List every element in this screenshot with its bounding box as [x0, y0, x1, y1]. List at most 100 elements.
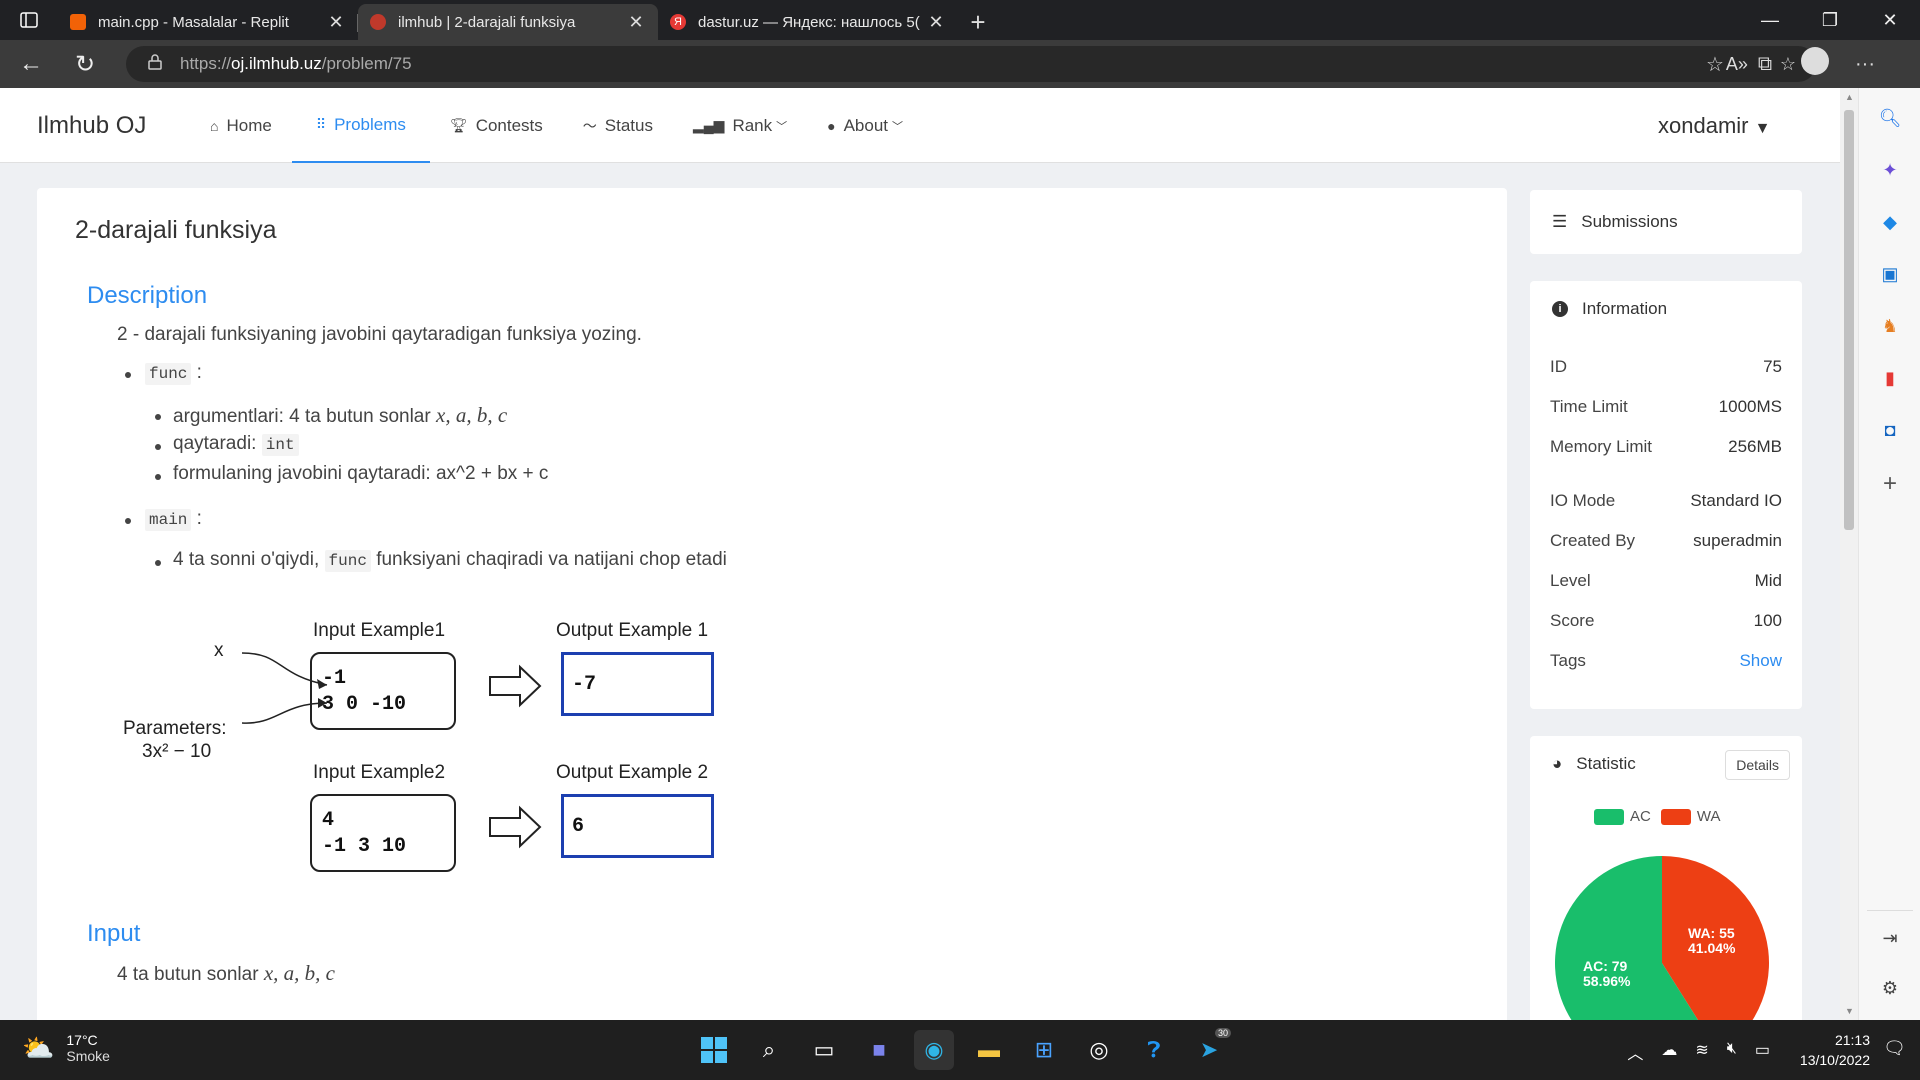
input1-box: -1 3 0 -10 — [310, 652, 456, 730]
close-window-button[interactable]: ✕ — [1860, 0, 1920, 40]
close-tab-icon[interactable]: ✕ — [626, 12, 646, 33]
nav-contests[interactable]: 🏆︎ Contests — [430, 88, 563, 163]
games-icon[interactable]: ♞ — [1878, 314, 1902, 338]
url-field[interactable]: https://oj.ilmhub.uz/problem/75 A» ☆ — [126, 46, 1816, 82]
refresh-button[interactable]: ↻ — [62, 44, 108, 84]
legend-ac-label: AC — [1630, 808, 1651, 825]
statistic-card: ◕ Statistic Details AC WA AC: 79 58.96% WA… — [1530, 736, 1802, 1020]
weather-widget[interactable]: ⛅ 17°C Smoke — [22, 1032, 110, 1064]
more-icon[interactable]: ··· — [1840, 53, 1890, 76]
telegram-icon[interactable]: ➤ 30 — [1189, 1028, 1231, 1070]
hide-sidebar-icon[interactable]: ⇥ — [1878, 926, 1902, 950]
github-icon[interactable]: ◎ — [1079, 1030, 1119, 1070]
new-tab-button[interactable]: + — [958, 4, 998, 40]
nav-label: Contests — [475, 115, 543, 135]
wifi-icon[interactable]: ≋ — [1695, 1040, 1708, 1064]
teams-icon[interactable]: ■ — [859, 1030, 899, 1070]
settings-icon[interactable]: ⚙ — [1878, 976, 1902, 1000]
ilmhub-icon — [370, 14, 386, 30]
discover-icon[interactable]: ✦ — [1878, 158, 1902, 182]
office-icon[interactable]: ▮ — [1878, 366, 1902, 390]
search-icon[interactable]: 🔍︎ — [1878, 106, 1902, 130]
information-heading: Information — [1582, 299, 1668, 318]
tab-yandex[interactable]: Я dastur.uz — Яндекс: нашлось 5( ✕ — [658, 4, 958, 40]
chevron-up-icon[interactable]: ︿ — [1627, 1040, 1643, 1064]
input-text: 4 ta butun sonlar x, a, b, c — [117, 961, 335, 985]
info-row-tags: Tags Show — [1550, 651, 1782, 671]
input2-box: 4 -1 3 10 — [310, 794, 456, 872]
outlook-icon[interactable]: ◘ — [1878, 418, 1902, 442]
nav-about[interactable]: ● About ﹀ — [807, 88, 923, 163]
close-tab-icon[interactable]: ✕ — [326, 12, 346, 33]
add-icon[interactable]: + — [1878, 470, 1902, 497]
task-view-icon[interactable]: ▭ — [804, 1030, 844, 1070]
problem-intro: 2 - darajali funksiyaning javobini qayta… — [117, 324, 642, 345]
info-row-id: ID 75 — [1550, 357, 1782, 376]
tab-ilmhub[interactable]: ilmhub | 2-darajali funksiya ✕ — [358, 4, 658, 40]
tab-replit[interactable]: main.cpp - Masalalar - Replit ✕ — [58, 4, 358, 40]
nav-problems[interactable]: ⠿ Problems — [291, 88, 430, 163]
file-explorer-icon[interactable]: ▬ — [969, 1030, 1009, 1070]
statistic-heading: Statistic — [1576, 754, 1636, 773]
trophy-icon: 🏆︎ — [449, 117, 468, 133]
site-logo[interactable]: Ilmhub OJ — [37, 112, 146, 140]
minimize-button[interactable]: — — [1740, 0, 1800, 40]
yandex-icon: Я — [670, 14, 686, 30]
restore-button[interactable]: ❐ — [1800, 0, 1860, 40]
details-button[interactable]: Details — [1725, 750, 1790, 780]
bar-chart-icon: ▂▄▆ — [692, 117, 725, 133]
x-label: x — [214, 640, 224, 661]
site-header: Ilmhub OJ ⌂ Home ⠿ Problems 🏆︎ Contests 〜 St… — [0, 88, 1840, 163]
nav-status[interactable]: 〜 Status — [563, 88, 673, 163]
collections-icon[interactable]: ⧉ — [1740, 53, 1790, 76]
chart-legend[interactable]: AC WA — [1594, 808, 1720, 825]
windows-taskbar: ⛅ 17°C Smoke ⌕ ▭ ■ ◉ ▬ ⊞ ◎ ❓︎ ➤ 30 ︿ ☁ ≋ 🔇… — [0, 1020, 1920, 1080]
nav-home[interactable]: ⌂ Home — [190, 88, 292, 163]
store-icon[interactable]: ⊞ — [1024, 1030, 1064, 1070]
info-row-time-limit: Time Limit 1000MS — [1550, 397, 1782, 416]
func-args: argumentlari: 4 ta butun sonlar x, a, b,… — [173, 403, 508, 427]
legend-wa-label: WA — [1696, 808, 1721, 825]
nav-label: About — [843, 115, 889, 135]
submissions-card[interactable]: ☰ Submissions — [1530, 190, 1802, 254]
user-menu[interactable]: xondamir ▼ — [1658, 113, 1770, 139]
windows-start-icon[interactable] — [694, 1030, 734, 1070]
legend-ac-swatch — [1594, 808, 1624, 825]
main-code: main — [145, 509, 192, 531]
info-row-io-mode: IO Mode Standard IO — [1550, 491, 1782, 510]
page-scrollbar[interactable]: ▲ ▼ — [1840, 88, 1858, 1020]
favorites-icon[interactable]: ☆ — [1690, 52, 1740, 77]
scrollbar-thumb[interactable] — [1844, 110, 1854, 530]
info-row-level: Level Mid — [1550, 571, 1782, 590]
problem-title: 2-darajali funksiya — [75, 216, 277, 244]
arrow-right-icon — [489, 805, 542, 849]
replit-icon — [70, 14, 86, 30]
tags-show-link[interactable]: Show — [1739, 651, 1782, 671]
tab-actions-icon[interactable] — [0, 0, 58, 40]
lock-icon — [148, 53, 168, 75]
info-row-created-by: Created By superadmin — [1550, 531, 1782, 550]
back-button[interactable]: ← — [8, 44, 54, 84]
onedrive-icon[interactable]: ☁ — [1661, 1040, 1677, 1064]
tab-title: dastur.uz — Яндекс: нашлось 5( — [698, 13, 920, 31]
main-description: 4 ta sonni o'qiydi, func funksiyani chaq… — [173, 549, 727, 572]
battery-icon[interactable]: ▭ — [1755, 1040, 1770, 1064]
info-row-score: Score 100 — [1550, 611, 1782, 630]
func-formula: formulaning javobini qaytaradi: ax^2 + b… — [173, 463, 549, 484]
problem-card: 2-darajali funksiya Description 2 - dara… — [37, 188, 1507, 1020]
clock[interactable]: 21:13 13/10/2022 — [1800, 1030, 1870, 1070]
close-tab-icon[interactable]: ✕ — [926, 12, 946, 33]
submissions-link: Submissions — [1581, 212, 1678, 231]
input2-label: Input Example2 — [313, 762, 446, 783]
profile-avatar[interactable] — [1790, 47, 1840, 81]
edge-icon[interactable]: ◉ — [914, 1030, 954, 1070]
volume-muted-icon[interactable]: 🔇︎ — [1727, 1040, 1737, 1064]
search-icon[interactable]: ⌕ — [749, 1030, 789, 1070]
notification-icon[interactable]: 🗨︎ — [1883, 1038, 1906, 1059]
main-nav: ⌂ Home ⠿ Problems 🏆︎ Contests 〜 Status ▂▄▆ Ra… — [190, 88, 923, 163]
tools-icon[interactable]: ▣ — [1878, 262, 1902, 286]
help-icon[interactable]: ❓︎ — [1134, 1030, 1174, 1070]
input-heading: Input — [87, 920, 141, 947]
shopping-icon[interactable]: ◆ — [1878, 210, 1902, 234]
nav-rank[interactable]: ▂▄▆ Rank ﹀ — [673, 88, 807, 163]
